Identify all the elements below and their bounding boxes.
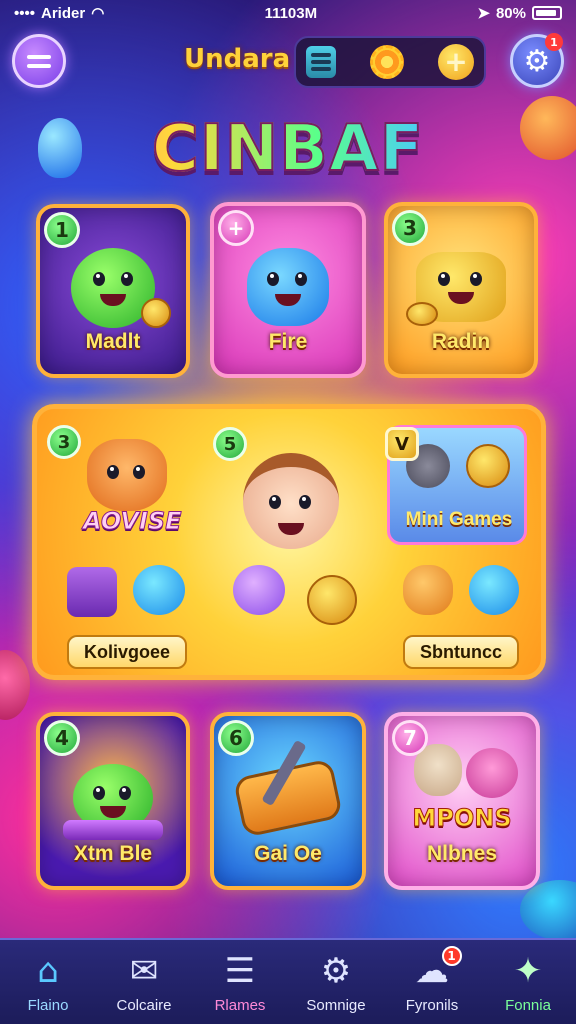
home-icon: ⌂	[37, 950, 59, 991]
adventure-label: AOVISE	[83, 507, 183, 536]
game-name: Undara	[184, 44, 291, 74]
green-cannon-character-icon	[63, 763, 163, 840]
tile-number-badge: 7	[392, 720, 428, 756]
menu-icon-bar	[27, 54, 51, 59]
nav-item-home[interactable]: ⌂ Flaino	[0, 940, 96, 1024]
green-blob-character-icon	[71, 247, 171, 328]
guitar-icon	[232, 739, 344, 838]
blue-blob-icon	[133, 565, 185, 615]
featured-panel[interactable]: 3 5 AOVISE V Mini Games Kolivgoee Sbntun…	[32, 404, 546, 680]
coin-icon	[466, 444, 510, 488]
hero-character-icon	[243, 453, 339, 549]
chat-icon: ✉	[129, 950, 159, 991]
settings-badge: 1	[545, 33, 563, 51]
tile-number-badge: 4	[44, 720, 80, 756]
panel-number-badge: 3	[47, 425, 81, 459]
notification-badge: 1	[441, 946, 462, 966]
nav-label: Somnige	[306, 996, 366, 1014]
tile-number-badge: 3	[392, 210, 428, 246]
tile-number-badge: 6	[218, 720, 254, 756]
stack-icon[interactable]	[306, 46, 336, 78]
status-bar: •••• Arider ◠ 11103M ➤ 80%	[0, 0, 576, 26]
tile-number-badge: 1	[44, 212, 80, 248]
battery-percent: 80%	[495, 4, 526, 22]
tile-label: Gai Oe	[254, 842, 322, 865]
blue-monster-character-icon	[247, 247, 329, 326]
mini-games-label: Mini Games	[405, 509, 513, 530]
nav-label: Rlames	[214, 996, 266, 1014]
signal-icon: ••••	[14, 4, 36, 22]
pink-bear-character-icon	[466, 748, 518, 798]
nav-label: Flaino	[27, 996, 69, 1014]
purple-pet-icon	[233, 565, 285, 615]
nav-item-chat[interactable]: ✉ Colcaire	[96, 940, 192, 1024]
gear-coin-icon[interactable]	[370, 45, 404, 79]
tile-label: Xtm Ble	[73, 842, 153, 865]
nav-item-puzzle[interactable]: ✦ Fonnia	[480, 940, 576, 1024]
status-time: 11103M	[264, 4, 318, 22]
tile6-banner: MPONS	[412, 804, 512, 833]
nav-label: Colcaire	[116, 996, 172, 1014]
bottom-nav: ⌂ Flaino ✉ Colcaire ☰ Rlames ⚙ Somnige ☁…	[0, 938, 576, 1024]
panel-plate-left[interactable]: Kolivgoee	[67, 635, 187, 669]
puzzle-icon: ✦	[513, 950, 543, 991]
coin-icon	[307, 575, 357, 625]
game-tile-4[interactable]: 4 Xtm Ble	[36, 712, 190, 890]
yellow-robot-character-icon	[406, 251, 506, 326]
game-tile-5[interactable]: 6 Gai Oe	[210, 712, 366, 890]
nav-item-list[interactable]: ☰ Rlames	[192, 940, 288, 1024]
carrier-text: Arider	[41, 4, 86, 22]
gear-icon: ⚙	[523, 43, 551, 79]
purple-box-icon	[67, 567, 117, 617]
fox-character-icon	[87, 439, 167, 511]
wifi-icon: ◠	[91, 5, 105, 22]
tile-label: Radin	[431, 330, 491, 353]
panel-plate-right[interactable]: Sbntuncc	[403, 635, 519, 669]
tile-label: Nlbnes	[426, 842, 497, 865]
location-icon: ➤	[477, 5, 490, 22]
tile-label: Madlt	[85, 330, 141, 353]
tile-plus-badge: +	[218, 210, 254, 246]
gear-icon: ⚙	[320, 950, 352, 991]
game-logo: CINBAF	[0, 111, 576, 187]
orange-blob-icon	[403, 565, 453, 615]
game-tile-1[interactable]: 1 Madlt	[36, 204, 190, 378]
add-currency-button[interactable]: +	[438, 44, 474, 80]
nav-item-settings[interactable]: ⚙ Somnige	[288, 940, 384, 1024]
game-tile-3[interactable]: 3 Radin	[384, 202, 538, 378]
menu-button[interactable]	[12, 34, 66, 88]
game-tile-2[interactable]: + Fire	[210, 202, 366, 378]
nav-label: Fyronils	[405, 996, 459, 1014]
decor-orb-bottom-left	[0, 650, 30, 720]
battery-icon	[532, 6, 562, 20]
tile-label: Fire	[268, 330, 308, 353]
resource-bar: +	[294, 36, 486, 88]
menu-icon-bar	[27, 63, 51, 68]
decor-orb-bottom-right	[520, 880, 576, 940]
nav-item-friends[interactable]: ☁ 1 Fyronils	[384, 940, 480, 1024]
nav-label: Fonnia	[505, 996, 551, 1014]
blue-blob-icon	[469, 565, 519, 615]
panel-number-badge: 5	[213, 427, 247, 461]
panel-number-badge: V	[385, 427, 419, 461]
game-tile-6[interactable]: 7 MPONS Nlbnes	[384, 712, 540, 890]
list-icon: ☰	[224, 950, 256, 991]
settings-button[interactable]: ⚙ 1	[510, 33, 564, 88]
top-header: Undara + ⚙ 1	[0, 30, 576, 94]
